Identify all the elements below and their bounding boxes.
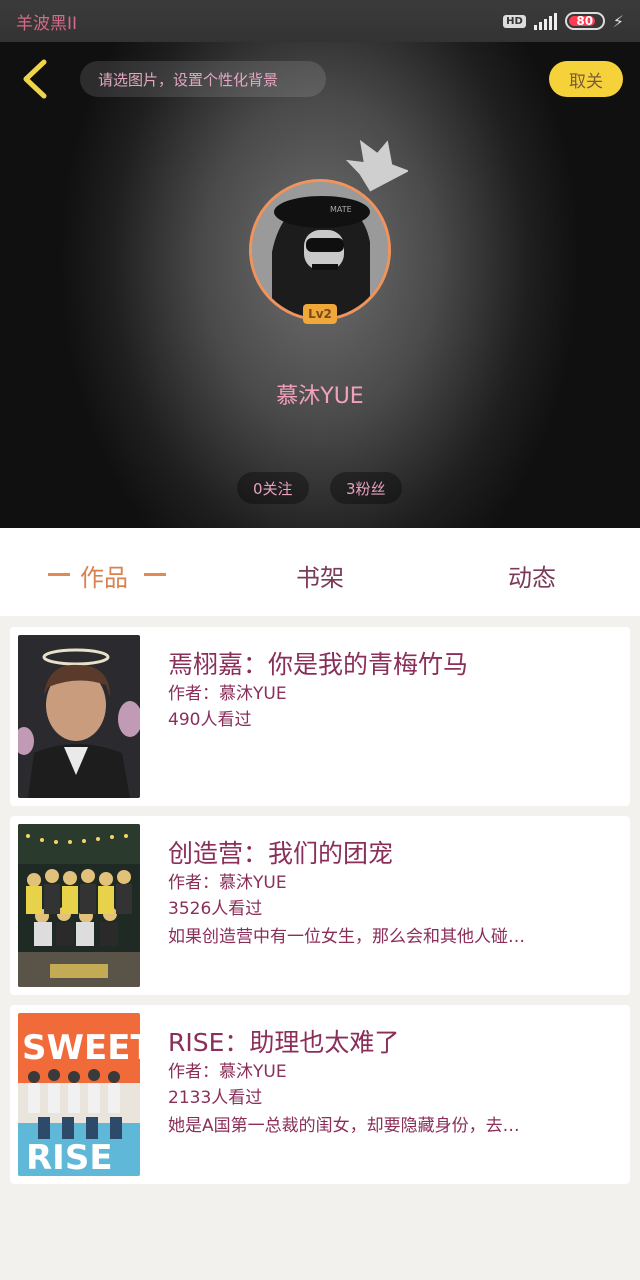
active-tab-dash-right	[144, 573, 166, 576]
svg-text:RISE: RISE	[26, 1138, 113, 1176]
tab-bookshelf[interactable]: 书架	[296, 558, 344, 593]
work-views: 490人看过	[168, 710, 252, 730]
battery-icon: 80	[564, 12, 605, 30]
work-card[interactable]: 焉栩嘉：你是我的青梅竹马 作者：慕沐YUE 490人看过	[10, 627, 630, 806]
username: 慕沐YUE	[276, 384, 364, 409]
status-icons: HD 80 ⚡	[503, 12, 624, 31]
tab-works[interactable]: 作品	[80, 558, 128, 593]
unfollow-button[interactable]: 取关	[549, 61, 623, 97]
following-count[interactable]: 0关注	[237, 472, 309, 504]
work-card[interactable]: SWEET RISE RISE：助理也太难了 作者：慕沐YUE 2133人看过 …	[10, 1005, 630, 1184]
battery-level: 80	[576, 14, 594, 28]
status-bar: 羊波黑II HD 80 ⚡	[0, 0, 640, 42]
work-cover-image	[18, 824, 140, 987]
work-card[interactable]: 创造营：我们的团宠 作者：慕沐YUE 3526人看过 如果创造营中有一位女生，那…	[10, 816, 630, 995]
signal-icon	[533, 12, 557, 30]
work-author: 作者：慕沐YUE	[168, 1062, 287, 1082]
work-title: 创造营：我们的团宠	[168, 839, 394, 868]
works-list: 焉栩嘉：你是我的青梅竹马 作者：慕沐YUE 490人看过 创造营：我们的团宠 作…	[10, 627, 630, 1194]
avatar[interactable]: MATE	[249, 179, 391, 321]
charging-icon: ⚡	[612, 11, 624, 31]
svg-text:SWEET: SWEET	[22, 1028, 140, 1068]
svg-text:MATE: MATE	[330, 205, 352, 214]
back-arrow-icon[interactable]	[18, 58, 52, 100]
work-author: 作者：慕沐YUE	[168, 873, 287, 893]
crown-icon	[345, 139, 408, 192]
work-title: 焉栩嘉：你是我的青梅竹马	[168, 650, 469, 679]
carrier-label: 羊波黑II	[16, 13, 78, 34]
fans-label: 3粉丝	[346, 479, 386, 498]
work-cover-image: SWEET RISE	[18, 1013, 140, 1176]
work-description: 如果创造营中有一位女生，那么会和其他人碰…	[168, 927, 525, 947]
level-badge: Lv2	[303, 304, 337, 324]
background-picker-input[interactable]: 请选图片，设置个性化背景	[80, 61, 326, 97]
following-label: 0关注	[253, 479, 293, 498]
work-views: 2133人看过	[168, 1088, 263, 1108]
active-tab-dash-left	[48, 573, 70, 576]
work-author: 作者：慕沐YUE	[168, 684, 287, 704]
work-description: 她是A国第一总裁的闺女，却要隐藏身份，去…	[168, 1116, 520, 1136]
work-title: RISE：助理也太难了	[168, 1028, 400, 1057]
fans-count[interactable]: 3粉丝	[330, 472, 402, 504]
hd-icon: HD	[503, 14, 526, 28]
work-views: 3526人看过	[168, 899, 263, 919]
work-cover-image	[18, 635, 140, 798]
profile-tabs: 作品 书架 动态	[0, 528, 640, 616]
tab-activity[interactable]: 动态	[508, 558, 556, 593]
avatar-image: MATE	[252, 182, 388, 318]
profile-header: 羊波黑II HD 80 ⚡ 请选图片，设置个性化背景 取关 MATE Lv2 慕…	[0, 0, 640, 528]
